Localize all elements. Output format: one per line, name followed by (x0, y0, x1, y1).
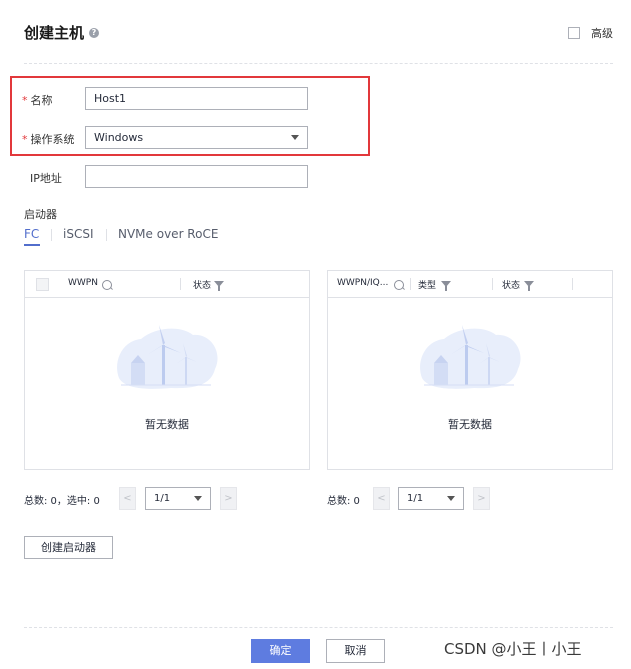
confirm-button[interactable]: 确定 (251, 639, 310, 663)
name-label: * 名称 (22, 94, 53, 107)
select-all-checkbox[interactable] (36, 278, 49, 291)
ip-label: IP地址 (30, 172, 62, 185)
filter-icon[interactable] (524, 281, 534, 291)
table-header: WWPN/IQ... 类型 状态 (328, 271, 612, 298)
column-divider (410, 278, 411, 290)
ip-input[interactable] (85, 165, 308, 188)
column-divider (492, 278, 493, 290)
advanced-label[interactable]: 高级 (591, 25, 613, 41)
tab-nvme-over-roce[interactable]: NVMe over RoCE (118, 227, 218, 241)
create-initiator-button[interactable]: 创建启动器 (24, 536, 113, 559)
required-mark: * (22, 133, 28, 146)
page-select[interactable]: 1/1 (398, 487, 464, 510)
tab-separator (106, 229, 107, 241)
dialog-title: 创建主机 (24, 24, 85, 42)
name-input[interactable]: Host1 (85, 87, 308, 110)
next-page-button[interactable]: > (220, 487, 237, 510)
empty-text: 暂无数据 (145, 418, 189, 431)
empty-illustration (420, 325, 521, 389)
right-pagination-summary: 总数: 0 (327, 496, 360, 507)
os-select-value: Windows (94, 131, 144, 144)
os-select[interactable]: Windows (85, 126, 308, 149)
chevron-down-icon (194, 496, 202, 501)
header-divider (24, 63, 613, 64)
next-page-button[interactable]: > (473, 487, 490, 510)
tab-iscsi[interactable]: iSCSI (63, 227, 94, 241)
active-tab-indicator (24, 244, 40, 246)
page-select[interactable]: 1/1 (145, 487, 211, 510)
right-initiator-table: WWPN/IQ... 类型 状态 暂无数据 (327, 270, 613, 470)
empty-illustration (117, 325, 218, 389)
chevron-down-icon (447, 496, 455, 501)
column-type: 类型 (418, 281, 437, 291)
table-header: WWPN 状态 (25, 271, 309, 298)
empty-text: 暂无数据 (448, 418, 492, 431)
tab-separator (51, 229, 52, 241)
search-icon[interactable] (394, 280, 404, 290)
filter-icon[interactable] (214, 281, 224, 291)
advanced-checkbox[interactable] (568, 27, 580, 39)
left-initiator-table: WWPN 状态 暂无数据 (24, 270, 310, 470)
column-divider (572, 278, 573, 290)
column-divider (180, 278, 181, 290)
chevron-down-icon (291, 135, 299, 140)
prev-page-button[interactable]: < (119, 487, 136, 510)
column-status: 状态 (193, 281, 212, 291)
initiator-section-label: 启动器 (24, 208, 57, 221)
watermark: CSDN @小王丨小王 (444, 640, 582, 658)
tab-fc[interactable]: FC (24, 227, 39, 241)
page-select-value: 1/1 (407, 493, 424, 504)
page-select-value: 1/1 (154, 493, 171, 504)
column-status: 状态 (502, 281, 521, 291)
search-icon[interactable] (102, 280, 112, 290)
prev-page-button[interactable]: < (373, 487, 390, 510)
required-mark: * (22, 94, 28, 107)
footer-divider (24, 627, 613, 628)
help-icon[interactable]: ? (89, 28, 99, 38)
column-wwpn: WWPN (68, 278, 98, 288)
left-pagination-summary: 总数: 0，选中: 0 (24, 496, 100, 507)
os-label: * 操作系统 (22, 133, 75, 146)
column-wwpn-iqn: WWPN/IQ... (337, 278, 389, 288)
filter-icon[interactable] (441, 281, 451, 291)
cancel-button[interactable]: 取消 (326, 639, 385, 663)
